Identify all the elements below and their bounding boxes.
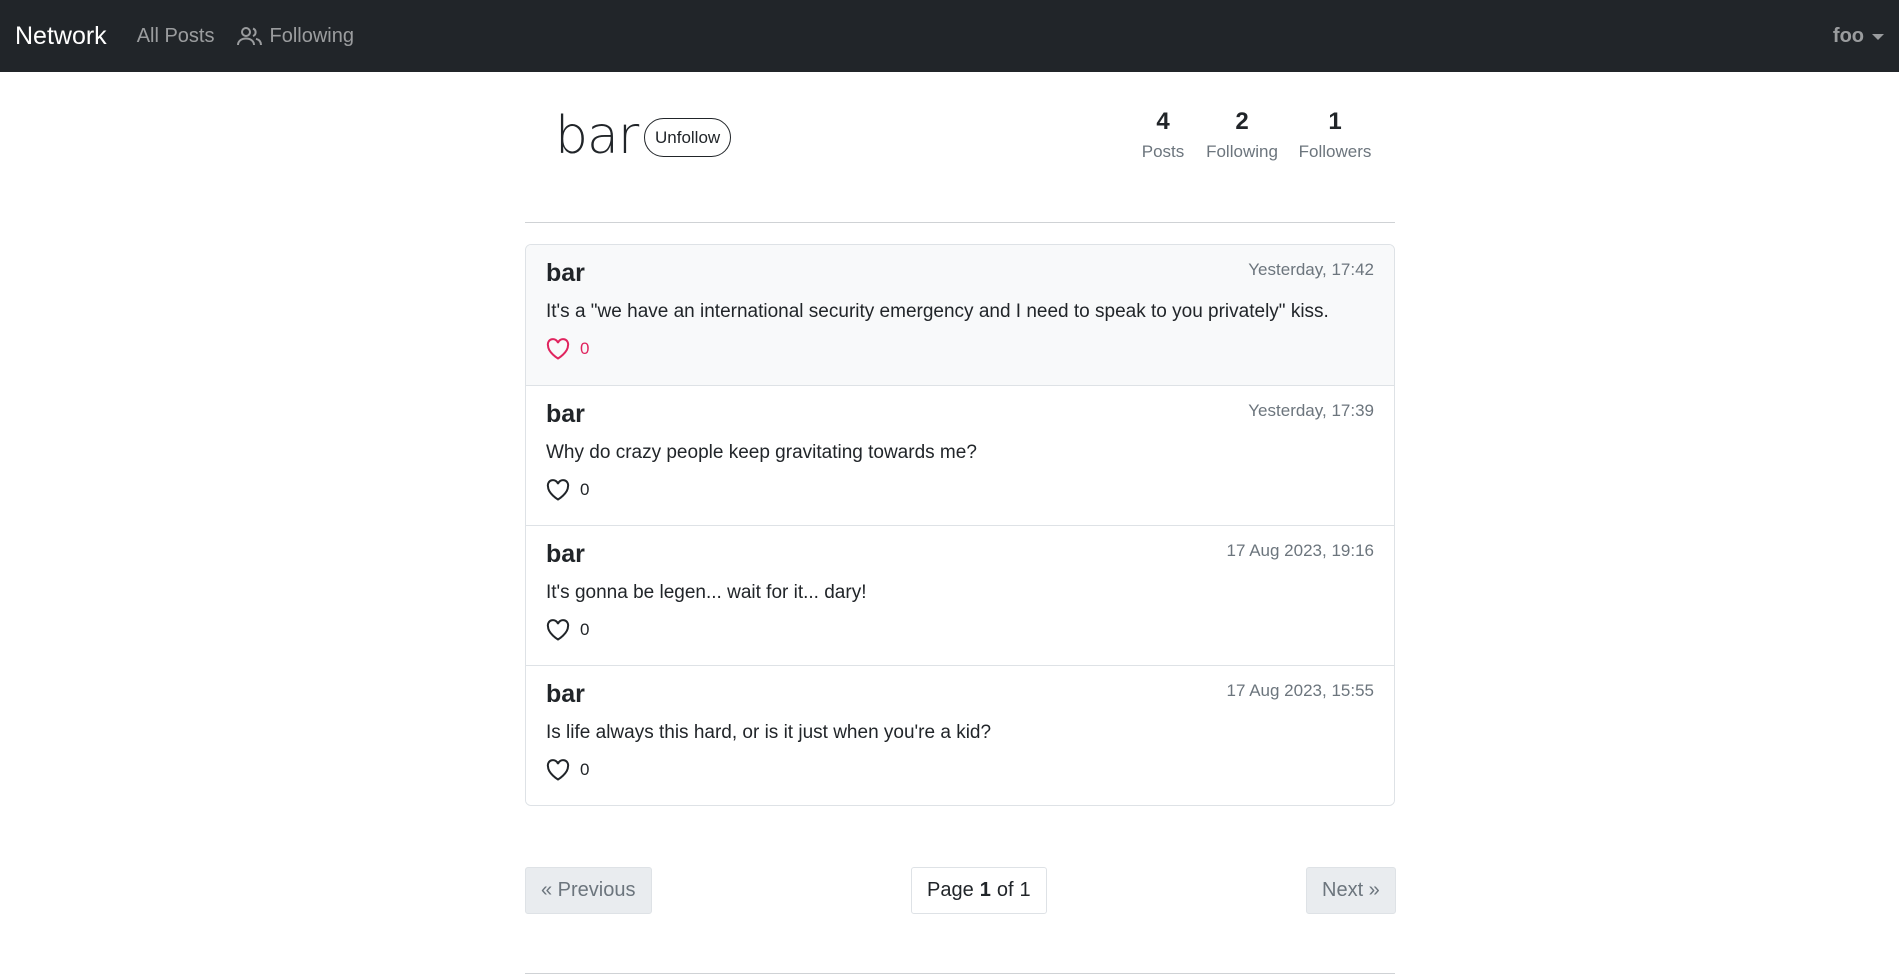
- like-count: 0: [580, 620, 590, 639]
- post-author-link[interactable]: bar: [546, 400, 585, 429]
- stat-posts: 4 Posts: [1133, 108, 1193, 162]
- heart-icon[interactable]: [546, 619, 570, 641]
- profile-header: bar Unfollow 4 Posts 2 Following 1 Follo…: [525, 100, 1395, 180]
- divider: [525, 973, 1395, 974]
- user-menu-dropdown[interactable]: foo: [1833, 25, 1884, 48]
- people-icon: [236, 27, 262, 46]
- navbar: Network All Posts Following foo: [0, 0, 1899, 72]
- post-item: bar 17 Aug 2023, 15:55 Is life always th…: [526, 665, 1394, 805]
- previous-page-button[interactable]: « Previous: [525, 867, 652, 914]
- unfollow-button[interactable]: Unfollow: [644, 118, 732, 157]
- following-label: Following: [269, 24, 354, 47]
- post-timestamp: Yesterday, 17:39: [1248, 401, 1374, 420]
- stat-following-label: Following: [1206, 142, 1278, 161]
- like-count: 0: [580, 760, 590, 779]
- post-list: bar Yesterday, 17:42 It's a "we have an …: [525, 244, 1395, 806]
- post-body: Is life always this hard, or is it just …: [546, 722, 992, 743]
- next-page-button[interactable]: Next »: [1306, 867, 1396, 914]
- stat-posts-value: 4: [1156, 108, 1170, 135]
- post-author-link[interactable]: bar: [546, 680, 585, 709]
- like-section: 0: [546, 479, 589, 501]
- profile-username: bar: [555, 106, 639, 166]
- post-item: bar Yesterday, 17:39 Why do crazy people…: [526, 385, 1394, 525]
- current-page: 1: [979, 879, 991, 901]
- post-timestamp: Yesterday, 17:42: [1248, 260, 1374, 279]
- like-section: 0: [546, 759, 589, 781]
- like-count: 0: [580, 339, 590, 358]
- post-author-link[interactable]: bar: [546, 259, 585, 288]
- stat-following: 2 Following: [1192, 108, 1292, 162]
- post-author-link[interactable]: bar: [546, 540, 585, 569]
- all-posts-label: All Posts: [136, 24, 215, 47]
- stat-followers: 1 Followers: [1285, 108, 1385, 162]
- heart-icon[interactable]: [546, 479, 570, 501]
- page-word: Page: [927, 879, 974, 901]
- of-word: of: [996, 879, 1014, 901]
- brand-link[interactable]: Network: [15, 22, 107, 51]
- post-timestamp: 17 Aug 2023, 15:55: [1226, 681, 1374, 700]
- post-body: It's gonna be legen... wait for it... da…: [546, 582, 867, 603]
- post-body: It's a "we have an international securit…: [546, 301, 1329, 322]
- post-item: bar 17 Aug 2023, 19:16 It's gonna be leg…: [526, 525, 1394, 665]
- all-posts-link[interactable]: All Posts: [137, 25, 215, 48]
- heart-icon[interactable]: [546, 759, 570, 781]
- post-body: Why do crazy people keep gravitating tow…: [546, 442, 977, 463]
- stat-following-value: 2: [1235, 108, 1249, 135]
- like-count: 0: [580, 480, 590, 499]
- divider: [525, 222, 1395, 223]
- total-pages: 1: [1019, 879, 1031, 901]
- post-item: bar Yesterday, 17:42 It's a "we have an …: [526, 245, 1394, 385]
- stat-followers-value: 1: [1328, 108, 1342, 135]
- caret-down-icon: [1872, 34, 1884, 40]
- user-menu-label: foo: [1832, 24, 1864, 47]
- page-indicator: Page 1 of 1: [911, 867, 1047, 914]
- like-section: 0: [546, 619, 589, 641]
- post-timestamp: 17 Aug 2023, 19:16: [1226, 541, 1374, 560]
- like-section: 0: [546, 338, 589, 360]
- stat-followers-label: Followers: [1298, 142, 1372, 161]
- heart-icon[interactable]: [546, 338, 570, 360]
- following-link[interactable]: Following: [236, 24, 354, 48]
- stat-posts-label: Posts: [1141, 142, 1185, 161]
